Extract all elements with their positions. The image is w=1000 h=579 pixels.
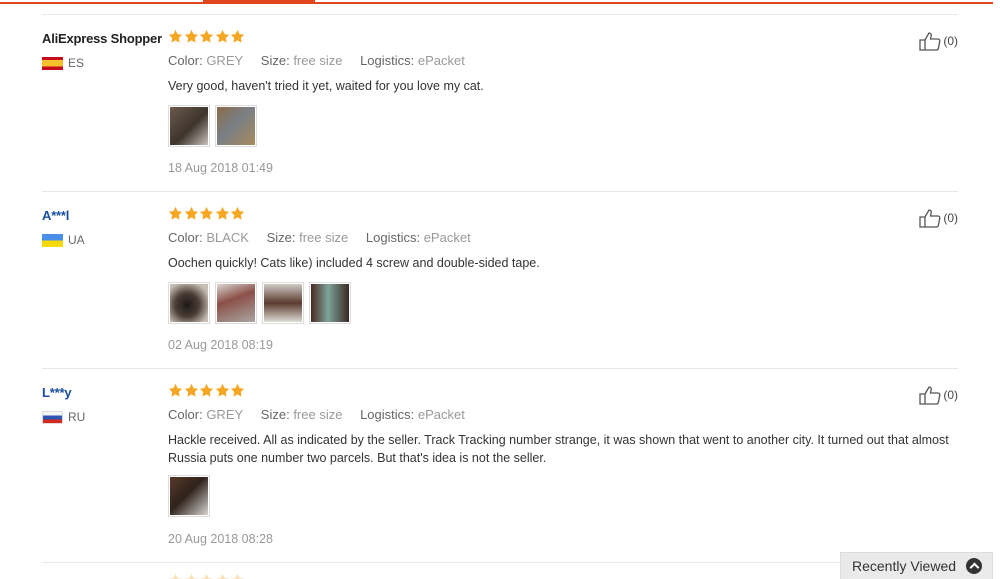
star-icon — [168, 206, 183, 221]
attr-value: BLACK — [206, 230, 249, 245]
star-icon — [230, 206, 245, 221]
attr-value: GREY — [206, 53, 244, 68]
star-icon — [215, 573, 230, 579]
star-icon — [168, 383, 183, 398]
order-attributes: Color: GREY Size: free size Logistics: e… — [168, 407, 479, 422]
star-icon — [230, 383, 245, 398]
helpful-button[interactable]: (0) — [919, 385, 958, 405]
star-rating — [168, 383, 246, 398]
star-icon — [230, 29, 245, 44]
helpful-count: (0) — [943, 388, 958, 402]
attr-value: GREY — [206, 407, 244, 422]
review-photo-thumbnail[interactable] — [168, 475, 210, 517]
review-photos — [168, 105, 262, 147]
country-code: ES — [68, 56, 85, 70]
review-photos — [168, 475, 215, 517]
star-rating — [168, 29, 246, 44]
attr-key: Color: — [168, 407, 203, 422]
review-text: Very good, haven't tried it yet, waited … — [168, 79, 484, 93]
helpful-count: (0) — [943, 34, 958, 48]
review-item: AliExpress Shopper ES Color: GREY Size: … — [42, 15, 958, 192]
ukraine-flag-icon — [42, 233, 63, 247]
star-icon — [168, 29, 183, 44]
review-date: 18 Aug 2018 01:49 — [168, 161, 273, 175]
country-code: UA — [68, 233, 85, 247]
chevron-up-circle-icon — [966, 558, 982, 574]
attr-key: Color: — [168, 230, 203, 245]
review-photos — [168, 282, 356, 324]
reviewer-country: ES — [42, 56, 84, 70]
review-photo-thumbnail[interactable] — [262, 282, 304, 324]
review-photo-thumbnail[interactable] — [309, 282, 351, 324]
helpful-button[interactable]: (0) — [919, 208, 958, 228]
star-icon — [199, 206, 214, 221]
attr-value: free size — [293, 407, 343, 422]
review-date: 02 Aug 2018 08:19 — [168, 338, 273, 352]
star-icon — [199, 383, 214, 398]
tab-active-indicator — [203, 0, 315, 4]
attr-value: ePacket — [417, 407, 465, 422]
review-photo-thumbnail[interactable] — [168, 105, 210, 147]
order-attributes: Color: BLACK Size: free size Logistics: … — [168, 230, 485, 245]
review-text: Hackle received. All as indicated by the… — [168, 433, 949, 465]
recently-viewed-label: Recently Viewed — [852, 558, 957, 574]
star-icon — [184, 29, 199, 44]
country-code: RU — [68, 410, 86, 424]
review-photo-thumbnail[interactable] — [215, 282, 257, 324]
attr-value: ePacket — [417, 53, 465, 68]
attr-key: Color: — [168, 53, 203, 68]
attr-key: Size: — [260, 407, 290, 422]
reviewer-name: A***l — [42, 208, 70, 223]
review-item: L***y RU Color: GREY Size: free size Log… — [42, 369, 958, 563]
reviewer-name: AliExpress Shopper — [42, 31, 162, 46]
star-icon — [184, 573, 199, 579]
attr-key: Logistics: — [360, 407, 415, 422]
attr-value: free size — [299, 230, 349, 245]
review-text: Oochen quickly! Cats like) included 4 sc… — [168, 256, 540, 270]
attr-value: ePacket — [423, 230, 471, 245]
attr-key: Logistics: — [360, 53, 415, 68]
review-date: 20 Aug 2018 08:28 — [168, 532, 273, 546]
attr-key: Logistics: — [365, 230, 421, 245]
next-review-stars-partial — [168, 573, 246, 579]
order-attributes: Color: GREY Size: free size Logistics: e… — [168, 53, 479, 68]
reviewer-country: RU — [42, 410, 85, 424]
star-icon — [215, 383, 230, 398]
spain-flag-icon — [42, 56, 63, 70]
russia-flag-icon — [42, 410, 63, 424]
helpful-button[interactable]: (0) — [919, 31, 958, 51]
attr-value: free size — [293, 53, 343, 68]
star-icon — [184, 383, 199, 398]
helpful-count: (0) — [943, 211, 958, 225]
star-icon — [199, 573, 214, 579]
tab-underline — [0, 2, 993, 4]
star-icon — [230, 573, 245, 579]
review-item: A***l UA Color: BLACK Size: free size Lo… — [42, 192, 958, 369]
attr-key: Size: — [260, 53, 290, 68]
star-icon — [199, 29, 214, 44]
review-photo-thumbnail[interactable] — [215, 105, 257, 147]
star-icon — [168, 573, 183, 579]
reviewer-country: UA — [42, 233, 85, 247]
thumbs-up-icon — [919, 386, 941, 405]
feedback-list: AliExpress Shopper ES Color: GREY Size: … — [42, 14, 958, 563]
star-rating — [168, 206, 246, 221]
star-icon — [184, 206, 199, 221]
star-icon — [215, 29, 230, 44]
attr-key: Size: — [266, 230, 296, 245]
thumbs-up-icon — [919, 32, 941, 51]
thumbs-up-icon — [919, 209, 941, 228]
recently-viewed-toggle[interactable]: Recently Viewed — [840, 552, 993, 579]
reviewer-name: L***y — [42, 385, 72, 400]
review-photo-thumbnail[interactable] — [168, 282, 210, 324]
star-icon — [215, 206, 230, 221]
